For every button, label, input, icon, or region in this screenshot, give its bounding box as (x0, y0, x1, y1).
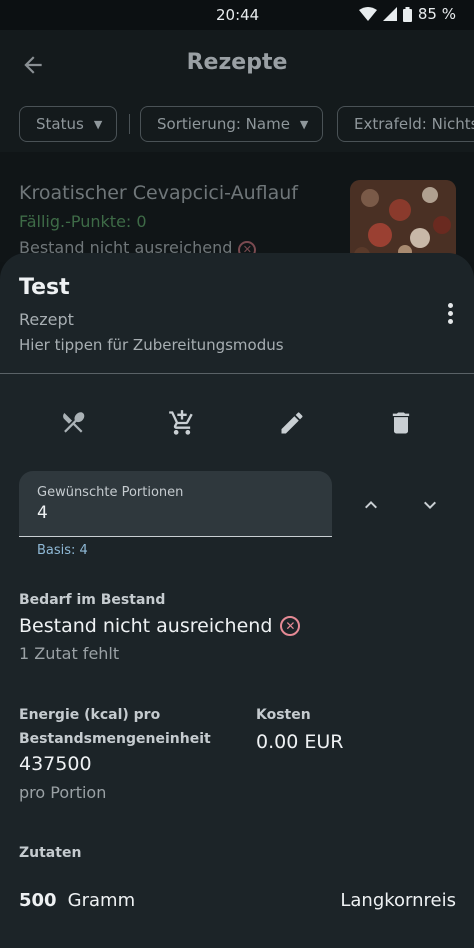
chevron-down-icon: ▼ (93, 117, 103, 131)
more-vert-icon[interactable] (444, 303, 456, 325)
missing-ingredients: 1 Zutat fehlt (19, 644, 120, 663)
energy-unit: pro Portion (19, 783, 107, 802)
action-row (0, 403, 474, 443)
ingredient-row: 500 Gramm Langkornreis (19, 890, 456, 918)
chip-divider (129, 114, 130, 134)
status-filter-label: Status (36, 115, 84, 133)
ingredient-unit: Gramm (67, 890, 136, 911)
status-filter-chip[interactable]: Status ▼ (19, 106, 118, 142)
status-bar: 20:44 85 % (0, 0, 474, 30)
ingredient-name: Langkornreis (340, 890, 456, 911)
ingredients-label: Zutaten (19, 845, 82, 861)
chevron-down-icon[interactable] (418, 493, 442, 517)
energy-label-line2: Bestandsmengeneinheit (19, 731, 211, 747)
sort-filter-label: Sortierung: Name (157, 115, 290, 133)
recipe-due-points: Fällig.-Punkte: 0 (19, 212, 147, 231)
recipe-bottom-sheet: Test Rezept Hier tippen für Zubereitungs… (0, 253, 474, 948)
recipe-list-item[interactable]: Kroatischer Cevapcici-Auflauf Fällig.-Pu… (0, 152, 474, 262)
pencil-icon[interactable] (278, 409, 306, 437)
energy-value: 437500 (19, 753, 92, 775)
ingredient-amount: 500 (19, 890, 57, 911)
cart-add-icon[interactable] (168, 409, 196, 437)
battery-icon (402, 6, 412, 22)
preparation-mode-hint[interactable]: Hier tippen für Zubereitungsmodus (19, 336, 284, 354)
costs-value: 0.00 EUR (256, 731, 344, 753)
sheet-subtitle: Rezept (19, 310, 74, 329)
recipe-thumbnail (350, 180, 456, 262)
servings-field[interactable]: Gewünschte Portionen 4 (19, 471, 332, 537)
sheet-title: Test (19, 275, 70, 300)
battery-level: 85 % (417, 5, 456, 23)
cutlery-icon[interactable] (60, 409, 88, 437)
costs-label: Kosten (256, 707, 311, 723)
recipe-title: Kroatischer Cevapcici-Auflauf (19, 182, 298, 204)
sort-filter-chip[interactable]: Sortierung: Name ▼ (140, 106, 324, 142)
servings-input[interactable]: 4 (37, 503, 48, 523)
filter-bar: Status ▼ Sortierung: Name ▼ Extrafeld: N… (0, 100, 474, 152)
chevron-up-icon[interactable] (359, 493, 383, 517)
servings-label: Gewünschte Portionen (37, 485, 184, 500)
close-circle-icon: ✕ (280, 616, 301, 636)
header-divider (0, 373, 474, 374)
chevron-down-icon: ▼ (299, 117, 309, 131)
stock-status-text: Bestand nicht ausreichend (19, 615, 273, 637)
wifi-icon (358, 7, 377, 21)
energy-label-line1: Energie (kcal) pro (19, 707, 161, 723)
extra-field-label: Extrafeld: Nichts (354, 115, 474, 133)
clock: 20:44 (216, 6, 260, 24)
trash-icon[interactable] (387, 409, 415, 437)
extra-field-chip[interactable]: Extrafeld: Nichts (337, 106, 474, 142)
app-bar: Rezepte (0, 30, 474, 100)
servings-basis: Basis: 4 (37, 543, 88, 558)
stock-status: Bestand nicht ausreichend ✕ (19, 615, 301, 637)
page-title: Rezepte (186, 50, 288, 75)
stock-section-label: Bedarf im Bestand (19, 592, 166, 608)
signal-icon (382, 7, 397, 21)
